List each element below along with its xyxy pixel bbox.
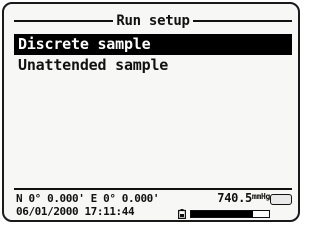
run-setup-menu: Discrete sample Unattended sample — [14, 34, 292, 76]
battery-level-fill — [191, 211, 254, 217]
menu-item-unattended-sample[interactable]: Unattended sample — [14, 55, 292, 76]
barometric-pressure: 740.5mmHg — [217, 191, 270, 205]
screen-title-bar: Run setup — [14, 12, 293, 30]
title-rule-right — [192, 20, 293, 22]
title-rule-left — [14, 20, 114, 22]
gps-position: N 0° 0.000' E 0° 0.000' — [16, 192, 160, 205]
date-time: 06/01/2000 17:11:44 — [16, 205, 135, 218]
pressure-value: 740.5 — [217, 191, 252, 205]
battery-icon — [178, 209, 186, 219]
menu-item-discrete-sample[interactable]: Discrete sample — [14, 34, 292, 55]
status-readout: N 0° 0.000' E 0° 0.000' 06/01/2000 17:11… — [16, 192, 160, 218]
status-bar-divider — [14, 188, 292, 190]
brand-logo-icon — [270, 194, 292, 205]
pressure-unit: mmHg — [251, 192, 270, 201]
battery-level-bar — [190, 210, 270, 218]
device-screen: Run setup Discrete sample Unattended sam… — [2, 2, 300, 222]
status-indicators: 740.5mmHg — [176, 191, 292, 221]
screen-title: Run setup — [116, 13, 190, 29]
